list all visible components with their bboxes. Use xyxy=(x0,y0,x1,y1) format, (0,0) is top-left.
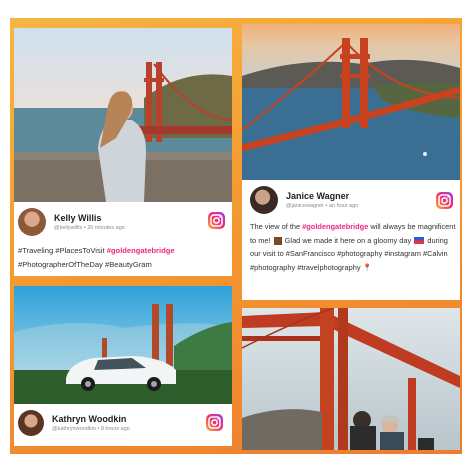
author-name[interactable]: Kelly Willis xyxy=(54,213,125,223)
post-caption: The view of the #goldengatebridge will a… xyxy=(250,220,456,274)
instagram-icon[interactable] xyxy=(436,192,453,209)
author-handle[interactable]: @kellywillis xyxy=(54,225,82,231)
post-photo xyxy=(242,24,460,180)
post-card-photo[interactable] xyxy=(242,308,460,450)
post-photo xyxy=(14,286,232,404)
emoji-icon xyxy=(273,236,282,245)
post-card-janice[interactable]: Janice Wagner @janicewagner • an hour ag… xyxy=(242,24,460,300)
author-meta: @kellywillis • 20 minutes ago xyxy=(54,225,125,231)
post-time: an hour ago xyxy=(329,203,359,209)
hashtag-highlight[interactable]: #goldengatebridge xyxy=(107,246,175,255)
author-name[interactable]: Janice Wagner xyxy=(286,191,358,201)
hashtag[interactable]: #BeautyGram xyxy=(105,260,152,269)
post-photo xyxy=(242,308,460,450)
avatar[interactable] xyxy=(18,208,46,236)
post-card-kelly[interactable]: Kelly Willis @kellywillis • 20 minutes a… xyxy=(14,28,232,276)
author-handle[interactable]: @kathrynwoodkin xyxy=(52,426,96,432)
post-caption: #Traveling #PlacesToVisit #goldengatebri… xyxy=(18,244,228,272)
avatar[interactable] xyxy=(250,186,278,214)
hashtag[interactable]: #PhotographerOfTheDay xyxy=(18,260,103,269)
post-time: 20 minutes ago xyxy=(87,225,125,231)
post-photo xyxy=(14,28,232,202)
flag-icon xyxy=(414,237,425,245)
author-meta: @kathrynwoodkin • 8 hours ago xyxy=(52,426,130,432)
author-handle[interactable]: @janicewagner xyxy=(286,203,324,209)
author-meta: @janicewagner • an hour ago xyxy=(286,203,358,209)
post-header: Kathryn Woodkin @kathrynwoodkin • 8 hour… xyxy=(18,410,130,436)
post-card-kathryn[interactable]: Kathryn Woodkin @kathrynwoodkin • 8 hour… xyxy=(14,286,232,446)
caption-text: The view of the xyxy=(250,222,301,231)
hashtag-highlight[interactable]: #goldengatebridge xyxy=(302,222,368,231)
pushpin-icon: 📍 xyxy=(362,262,372,272)
avatar[interactable] xyxy=(18,410,44,436)
caption-text: Glad we made it here on a gloomy day xyxy=(284,235,412,245)
post-header: Janice Wagner @janicewagner • an hour ag… xyxy=(250,186,358,214)
instagram-icon[interactable] xyxy=(206,414,223,431)
hashtag[interactable]: #PlacesToVisit xyxy=(55,246,104,255)
instagram-icon[interactable] xyxy=(208,212,225,229)
post-header: Kelly Willis @kellywillis • 20 minutes a… xyxy=(18,208,125,236)
post-time: 8 hours ago xyxy=(100,426,130,432)
author-name[interactable]: Kathryn Woodkin xyxy=(52,414,130,424)
hashtag[interactable]: #Traveling xyxy=(18,246,53,255)
